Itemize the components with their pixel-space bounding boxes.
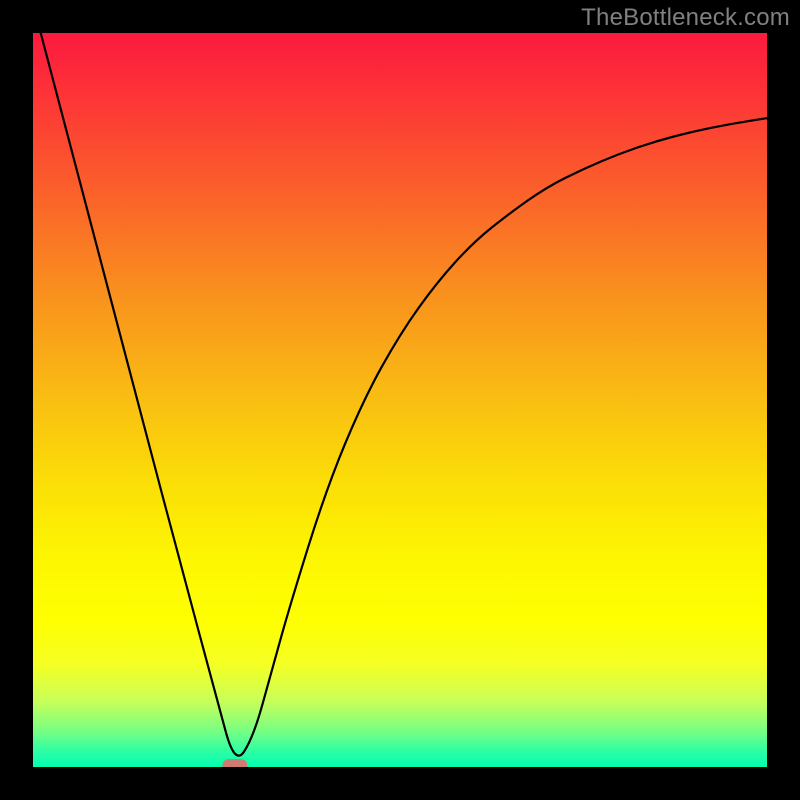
chart-container: TheBottleneck.com — [0, 0, 800, 800]
plot-area — [33, 4, 767, 772]
bottleneck-chart — [0, 0, 800, 800]
gradient-background — [33, 33, 767, 767]
frame-right — [767, 0, 800, 800]
frame-left — [0, 0, 33, 800]
watermark: TheBottleneck.com — [581, 4, 790, 32]
frame-bottom — [0, 767, 800, 800]
